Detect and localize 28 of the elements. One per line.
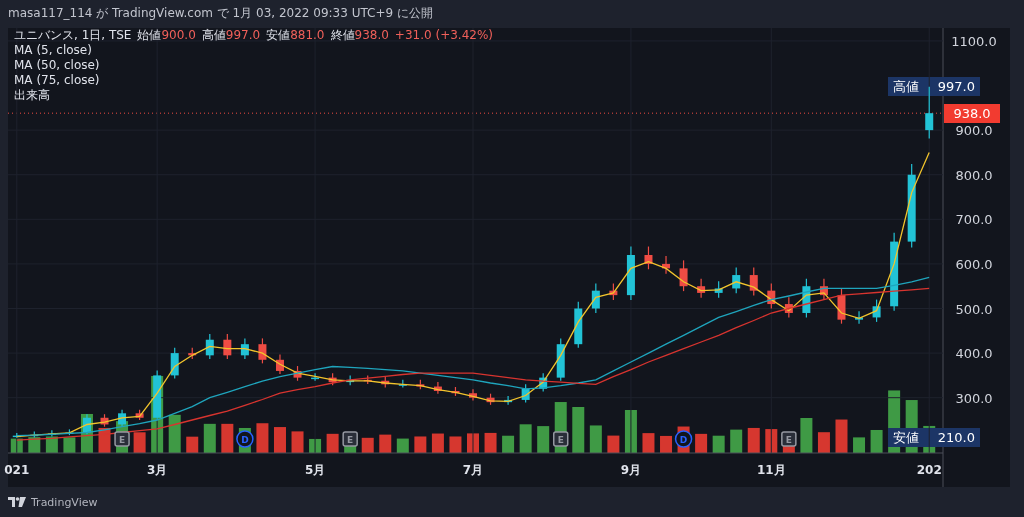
price-axis-label: 300.0 (955, 390, 993, 406)
time-axis-label: 7月 (462, 463, 484, 477)
time-axis-label: 202 (916, 463, 942, 477)
brand-name: TradingView (31, 495, 98, 509)
publish-info: masa117_114 が TradingView.com で 1月 03, 2022 09:33 UTC+9 に公開 (7, 5, 434, 22)
tag-label: 高値 (893, 78, 919, 97)
ohlc-value: 終値938.0 (330, 28, 389, 43)
last-price-tag: 938.0 (944, 103, 1000, 123)
price-axis-label: 700.0 (955, 212, 993, 228)
symbol-title: ユニバンス, 1日, TSE (14, 28, 132, 43)
ohlc-value: 安値881.0 (266, 28, 325, 43)
price-change: +31.0 (+3.42%) (394, 28, 493, 43)
time-axis-label: 9月 (620, 463, 642, 477)
time-axis-label: 5月 (304, 463, 326, 477)
price-axis-label: 800.0 (955, 167, 993, 183)
time-axis-label: 021 (4, 463, 30, 477)
price-axis-label: 400.0 (955, 346, 993, 362)
price-axis-label: 1100.0 (951, 33, 997, 49)
ohlc-value: 始値900.0 (137, 28, 196, 43)
time-axis-label: 3月 (146, 463, 168, 477)
time-axis-label: 11月 (756, 463, 786, 477)
price-axis-label: 900.0 (955, 123, 993, 139)
tag-label: 安値 (893, 429, 919, 448)
tag-value: 997.0 (937, 78, 975, 97)
price-axis-label: 600.0 (955, 256, 993, 272)
tag-value: 210.0 (937, 429, 975, 448)
ohlc-value: 高値997.0 (201, 28, 261, 43)
price-axis-label: 500.0 (955, 301, 993, 317)
